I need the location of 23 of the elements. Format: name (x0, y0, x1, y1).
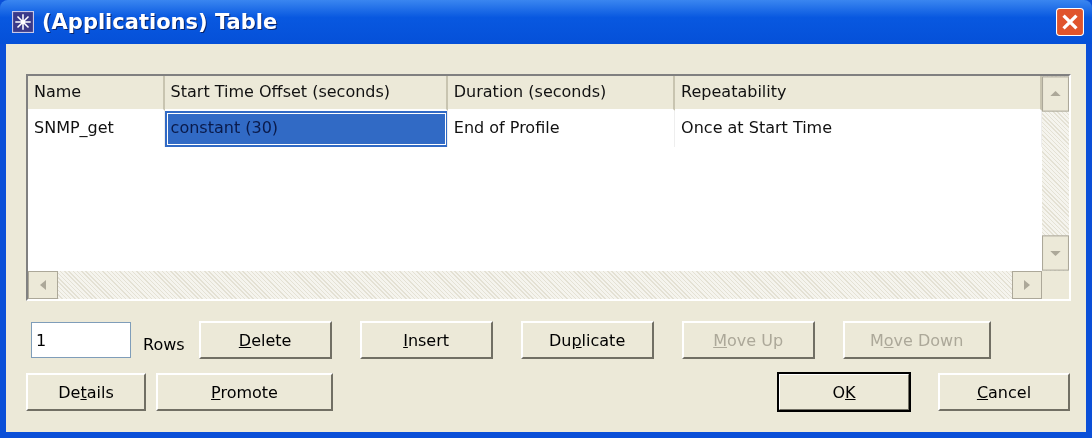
rows-field[interactable]: 1 (31, 322, 131, 358)
close-icon[interactable] (1056, 8, 1084, 36)
dialog-button[interactable]: Details (26, 373, 146, 411)
column-header[interactable]: Duration (seconds) (447, 76, 676, 111)
rows-label: Rows (143, 334, 185, 354)
column-header[interactable]: Repeatability (675, 76, 1042, 111)
scroll-left-icon[interactable] (28, 271, 58, 299)
vertical-scrollbar[interactable] (1042, 76, 1069, 271)
window-title: (Applications) Table (42, 10, 279, 34)
scroll-right-icon[interactable] (1012, 271, 1042, 299)
dialog-button[interactable]: OK (778, 373, 910, 411)
app-icon (12, 11, 34, 33)
scroll-down-icon[interactable] (1042, 235, 1069, 271)
dialog-button[interactable]: Promote (156, 373, 333, 411)
table-cell[interactable]: Once at Start Time (675, 111, 1042, 147)
dialog-button[interactable]: Insert (359, 321, 493, 359)
column-header[interactable]: Name (28, 76, 165, 111)
table-cell[interactable]: SNMP_get (28, 111, 165, 147)
dialog-button[interactable]: Cancel (938, 373, 1070, 411)
dialog-button[interactable]: Delete (198, 321, 332, 359)
table-cell[interactable]: End of Profile (447, 111, 676, 147)
scroll-up-icon[interactable] (1042, 76, 1069, 112)
dialog-button[interactable]: Duplicate (520, 321, 654, 359)
